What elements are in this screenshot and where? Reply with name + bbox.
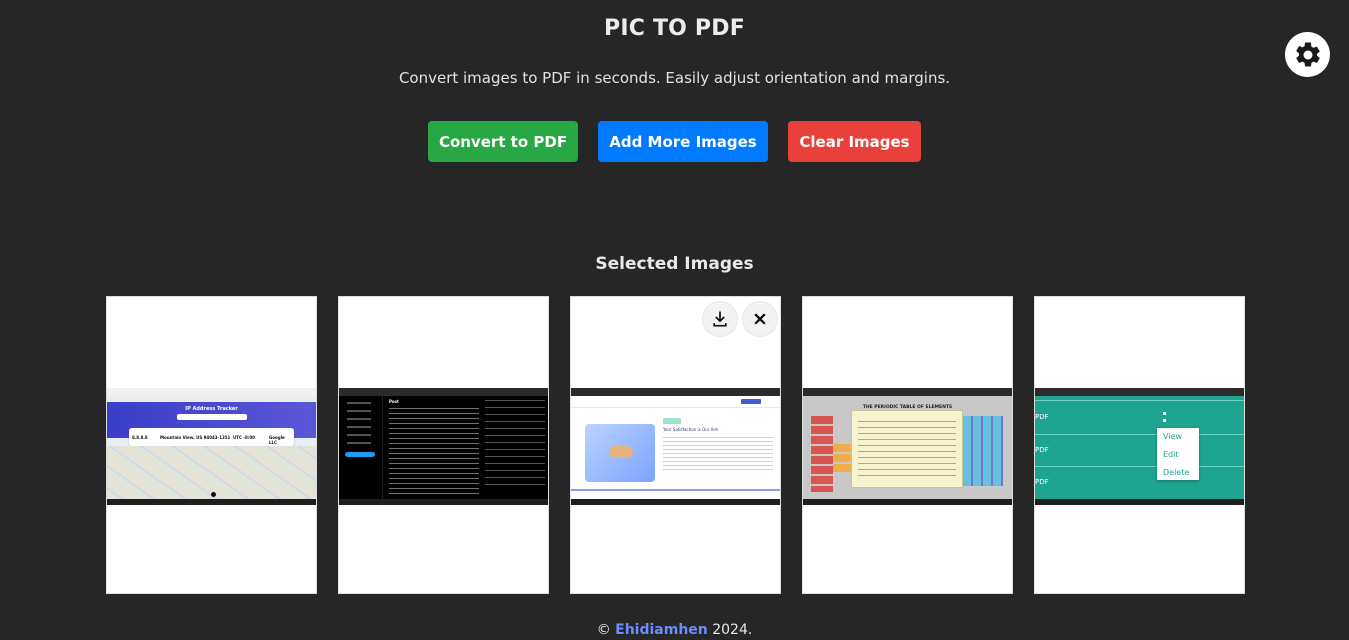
ip-tracker-screenshot: IP Address Tracker 8.8.8.8 Mountain View…	[107, 388, 316, 505]
remove-image-button[interactable]	[743, 302, 777, 336]
image-card[interactable]: IP Address Tracker 8.8.8.8 Mountain View…	[106, 296, 317, 594]
landing-page-screenshot: Your Satisfaction is Our Aim	[571, 388, 780, 505]
pdf-row-label: PDF	[1035, 446, 1049, 454]
image-card[interactable]: THE PERIODIC TABLE OF ELEMENTS	[802, 296, 1013, 594]
delete-menu-item: Delete	[1163, 468, 1190, 477]
ip-value: 8.8.8.8	[132, 435, 148, 440]
download-button[interactable]	[703, 302, 737, 336]
page-subtitle: Convert images to PDF in seconds. Easily…	[398, 69, 951, 87]
post-heading: Post	[389, 399, 399, 404]
ip-tracker-heading: IP Address Tracker	[185, 406, 238, 412]
location-value: Mountain View, US 94043-1351	[160, 435, 231, 440]
close-icon	[754, 313, 766, 325]
image-card[interactable]: Post	[338, 296, 549, 594]
image-card[interactable]: PDF PDF PDF View Edit Delete	[1034, 296, 1245, 594]
clear-images-button[interactable]: Clear Images	[788, 121, 921, 162]
pdf-row-label: PDF	[1035, 413, 1049, 421]
timezone-value: UTC -8:00	[233, 435, 255, 440]
edit-menu-item: Edit	[1163, 450, 1179, 459]
gear-icon	[1295, 41, 1320, 66]
pdf-list-screenshot: PDF PDF PDF View Edit Delete	[1035, 388, 1244, 505]
download-icon	[713, 311, 727, 327]
landing-heading: Your Satisfaction is Our Aim	[663, 427, 719, 432]
isp-value: Google LLC	[269, 435, 285, 445]
periodic-table-screenshot: THE PERIODIC TABLE OF ELEMENTS	[803, 388, 1012, 505]
author-link[interactable]: Ehidiamhen	[615, 622, 708, 638]
footer: © Ehidiamhen 2024.	[0, 622, 1349, 638]
add-more-images-button[interactable]: Add More Images	[598, 121, 768, 162]
image-card[interactable]: Your Satisfaction is Our Aim	[570, 296, 781, 594]
x-social-screenshot: Post	[339, 388, 548, 505]
copyright-prefix: ©	[596, 622, 616, 638]
pdf-row-label: PDF	[1035, 478, 1049, 486]
convert-to-pdf-button[interactable]: Convert to PDF	[428, 121, 578, 162]
view-menu-item: View	[1163, 432, 1182, 441]
copyright-year: 2024.	[707, 622, 753, 638]
selected-images-heading: Selected Images	[595, 254, 754, 274]
page-title: PIC TO PDF	[604, 16, 745, 41]
